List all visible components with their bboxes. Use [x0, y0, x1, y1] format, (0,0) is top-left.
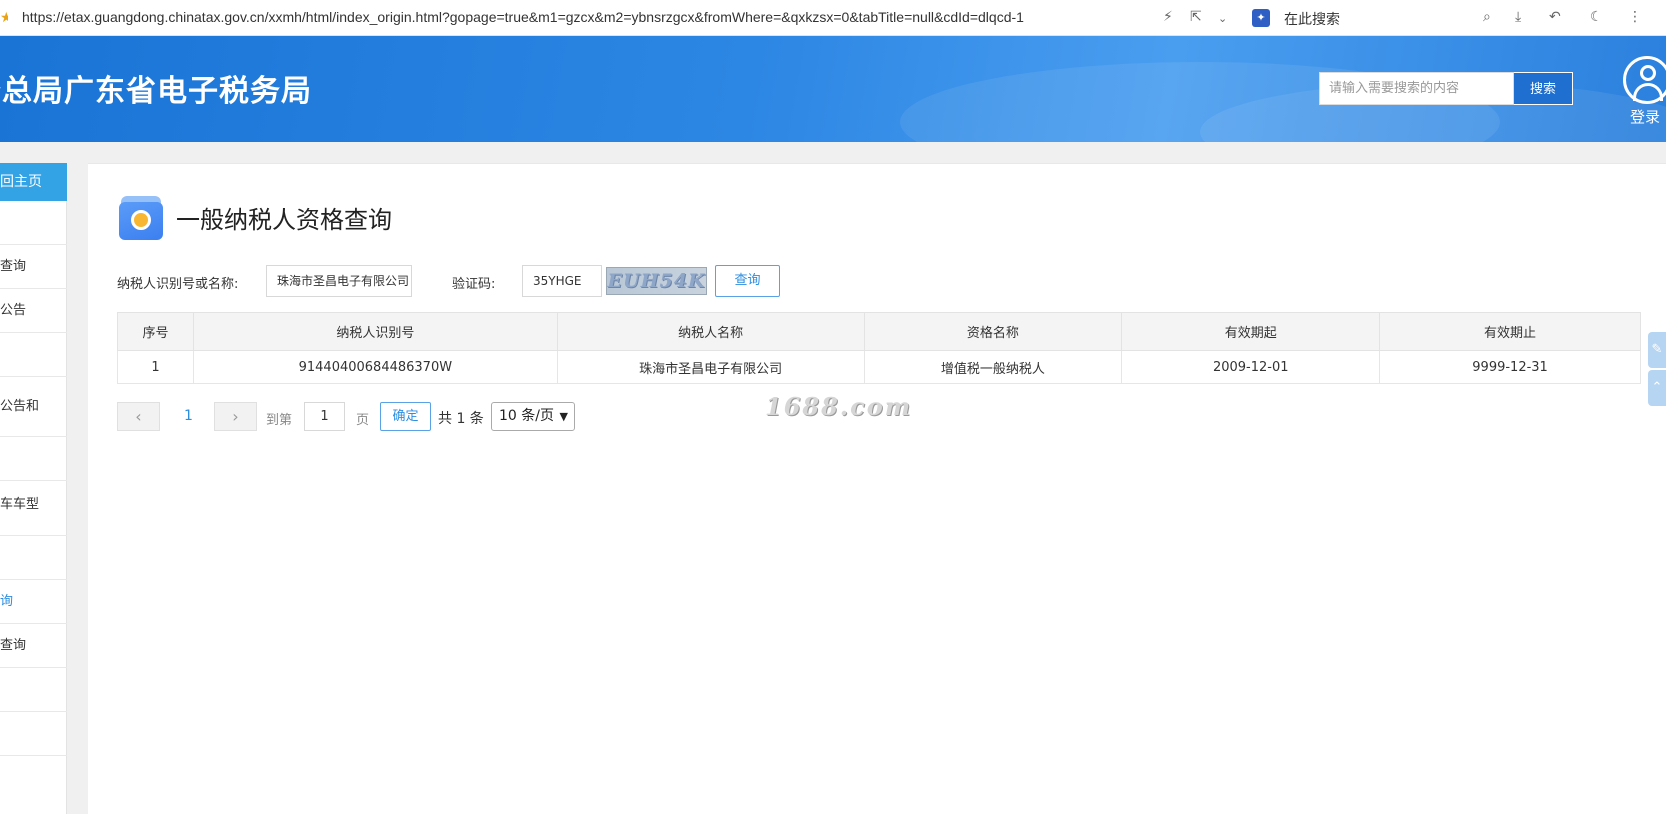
- user-avatar-icon[interactable]: [1623, 56, 1666, 104]
- download-icon[interactable]: ⤓: [1515, 9, 1521, 25]
- column-header: 资格名称: [863, 312, 1123, 351]
- watermark: 1688.com: [765, 392, 913, 421]
- chevron-down-icon[interactable]: ⌄: [1218, 12, 1227, 25]
- header-search-button[interactable]: 搜索: [1514, 72, 1573, 105]
- goto-label: 到第: [266, 413, 293, 428]
- sidebar-item[interactable]: [0, 712, 67, 756]
- taxpayer-label: 纳税人识别号或名称:: [117, 277, 239, 292]
- results-table: 序号 纳税人识别号 纳税人名称 资格名称 有效期起 有效期止 1 9144040…: [117, 312, 1641, 384]
- dark-mode-icon[interactable]: ☾: [1590, 9, 1603, 25]
- sidebar-item[interactable]: [0, 536, 67, 580]
- table-cell: 1: [117, 350, 194, 384]
- undo-icon[interactable]: ↶: [1549, 9, 1561, 25]
- column-header: 有效期止: [1379, 312, 1641, 351]
- column-header: 纳税人识别号: [192, 312, 558, 351]
- sidebar-item-active[interactable]: 询: [0, 580, 67, 624]
- lightning-icon[interactable]: ⚡: [1163, 9, 1173, 25]
- captcha-label: 验证码:: [452, 277, 496, 292]
- login-link[interactable]: 登录: [1630, 106, 1660, 127]
- table-cell: 2009-12-01: [1121, 350, 1381, 384]
- confirm-button[interactable]: 确定: [380, 402, 431, 431]
- column-header: 有效期起: [1121, 312, 1381, 351]
- sidebar-item[interactable]: 查询: [0, 624, 67, 668]
- table-cell: 91440400684486370W: [192, 350, 558, 384]
- sidebar-item[interactable]: 车车型: [0, 481, 67, 536]
- search-icon[interactable]: ⌕: [1483, 9, 1491, 25]
- header-search-input[interactable]: 请输入需要搜索的内容: [1319, 72, 1514, 105]
- table-cell: 珠海市圣昌电子有限公司: [556, 350, 865, 384]
- sidebar-item[interactable]: [0, 333, 67, 377]
- table-row: 1 91440400684486370W 珠海市圣昌电子有限公司 增值税一般纳税…: [117, 350, 1641, 384]
- browser-toolbar: ★ https://etax.guangdong.chinatax.gov.cn…: [0, 0, 1666, 36]
- search-engine-icon[interactable]: ✦: [1252, 9, 1270, 27]
- sidebar-item[interactable]: [0, 201, 67, 245]
- favorite-star-icon[interactable]: ★: [0, 10, 8, 26]
- site-header: 税务总局广东省电子税务局 请输入需要搜索的内容 搜索 登录: [0, 36, 1666, 142]
- column-header: 序号: [117, 312, 194, 351]
- table-header-row: 序号 纳税人识别号 纳税人名称 资格名称 有效期起 有效期止: [117, 312, 1641, 351]
- site-title: 税务总局广东省电子税务局: [0, 74, 312, 109]
- query-button[interactable]: 查询: [715, 265, 780, 297]
- next-page-button[interactable]: ›: [214, 402, 257, 431]
- goto-page-input[interactable]: 1: [304, 402, 345, 431]
- browser-search-box[interactable]: 在此搜索: [1284, 9, 1340, 29]
- address-bar[interactable]: https://etax.guangdong.chinatax.gov.cn/x…: [22, 9, 1024, 25]
- total-count: 共 1 条: [438, 411, 484, 427]
- prev-page-button[interactable]: ‹: [117, 402, 160, 431]
- sidebar-home-button[interactable]: 返回主页: [0, 163, 67, 201]
- chevron-down-icon: ▼: [559, 410, 568, 423]
- sidebar: 返回主页 查询 公告 公告和 车车型 询 查询: [0, 163, 67, 814]
- menu-icon[interactable]: ⋮: [1628, 9, 1642, 25]
- sidebar-item[interactable]: 公告: [0, 289, 67, 333]
- taxpayer-input[interactable]: 珠海市圣昌电子有限公司: [266, 265, 412, 297]
- column-header: 纳税人名称: [556, 312, 865, 351]
- share-icon[interactable]: ⇱: [1190, 9, 1202, 25]
- sidebar-item[interactable]: 查询: [0, 245, 67, 289]
- page-number[interactable]: 1: [184, 408, 193, 424]
- sidebar-item[interactable]: [0, 668, 67, 712]
- back-to-top-icon[interactable]: ⌃: [1648, 370, 1666, 406]
- main-panel: 一般纳税人资格查询 纳税人识别号或名称: 珠海市圣昌电子有限公司 验证码: 35…: [88, 163, 1666, 814]
- page-title: 一般纳税人资格查询: [176, 206, 392, 234]
- table-cell: 9999-12-31: [1379, 350, 1641, 384]
- query-icon: [119, 196, 163, 240]
- feedback-icon[interactable]: ✎: [1648, 332, 1666, 368]
- sidebar-item[interactable]: [0, 437, 67, 481]
- captcha-input[interactable]: 35YHGE: [522, 265, 602, 297]
- captcha-image[interactable]: EUH54K: [606, 267, 707, 295]
- page-size-select[interactable]: 10 条/页 ▼: [491, 402, 575, 431]
- table-cell: 增值税一般纳税人: [863, 350, 1123, 384]
- sidebar-item[interactable]: 公告和: [0, 377, 67, 437]
- page-unit-label: 页: [356, 413, 370, 428]
